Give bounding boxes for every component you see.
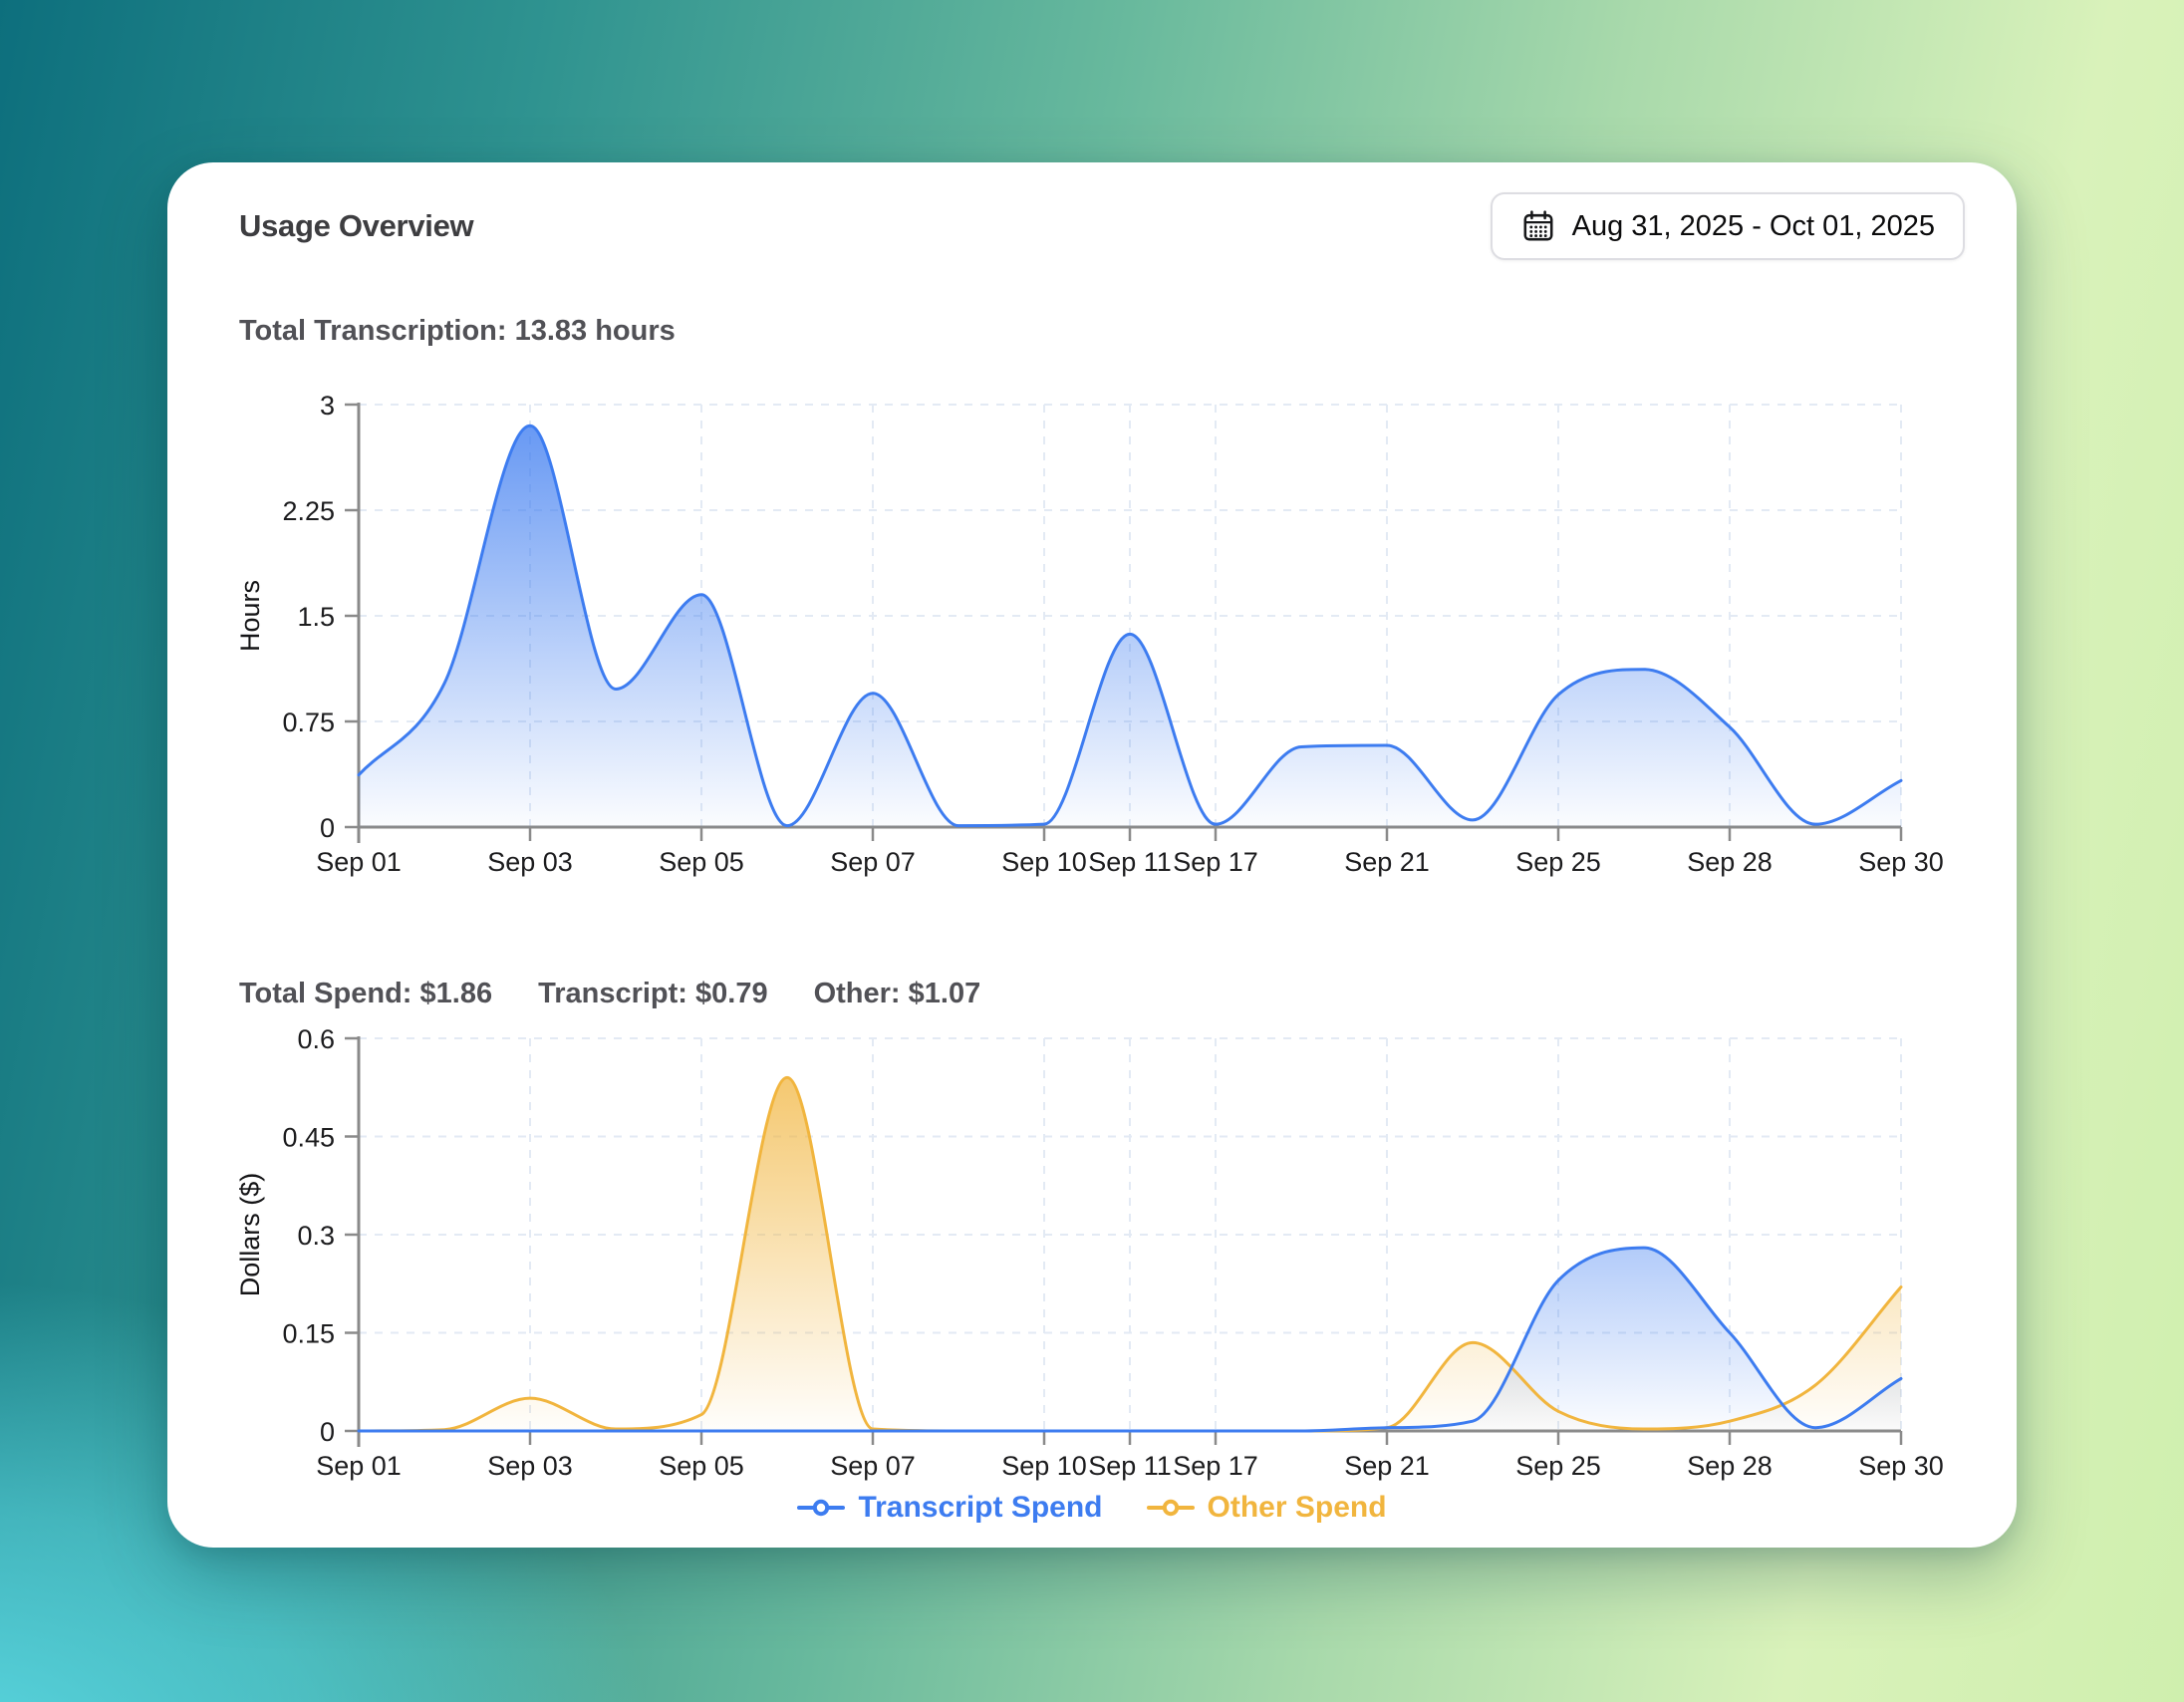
svg-text:Sep 10: Sep 10 (1001, 847, 1087, 877)
svg-text:Sep 28: Sep 28 (1687, 847, 1773, 877)
svg-text:2.25: 2.25 (282, 496, 335, 526)
other-spend-stat: Other: $1.07 (814, 978, 981, 1010)
svg-text:0.15: 0.15 (282, 1319, 335, 1349)
usage-overview-card: Usage Overview Aug 31, 2025 - Oct 01, 20… (167, 162, 2017, 1548)
svg-text:0.6: 0.6 (297, 1024, 335, 1054)
svg-text:0.75: 0.75 (282, 708, 335, 737)
svg-text:Sep 17: Sep 17 (1173, 847, 1258, 877)
date-range-button[interactable]: Aug 31, 2025 - Oct 01, 2025 (1491, 192, 1965, 260)
svg-text:Sep 07: Sep 07 (830, 847, 916, 877)
legend-marker-transcript (797, 1498, 845, 1518)
svg-text:Sep 01: Sep 01 (316, 847, 402, 877)
svg-text:Sep 10: Sep 10 (1001, 1451, 1087, 1481)
svg-text:Sep 21: Sep 21 (1344, 1451, 1430, 1481)
svg-text:Sep 11: Sep 11 (1088, 1451, 1172, 1481)
svg-text:Hours: Hours (235, 580, 265, 652)
svg-text:Sep 30: Sep 30 (1858, 1451, 1944, 1481)
svg-text:Sep 28: Sep 28 (1687, 1451, 1773, 1481)
total-spend-stat: Total Spend: $1.86 (239, 978, 492, 1010)
svg-text:3: 3 (320, 391, 335, 421)
svg-text:Sep 25: Sep 25 (1515, 847, 1601, 877)
legend-item-transcript-spend[interactable]: Transcript Spend (797, 1491, 1102, 1525)
legend-label-other: Other Spend (1208, 1491, 1387, 1525)
svg-text:Sep 17: Sep 17 (1173, 1451, 1258, 1481)
chart-legend: Transcript Spend Other Spend (167, 1486, 2017, 1530)
svg-text:Sep 05: Sep 05 (659, 1451, 744, 1481)
svg-text:Sep 11: Sep 11 (1088, 847, 1172, 877)
svg-text:Sep 30: Sep 30 (1858, 847, 1944, 877)
svg-text:Sep 01: Sep 01 (316, 1451, 402, 1481)
spend-stats-row: Total Spend: $1.86 Transcript: $0.79 Oth… (239, 978, 980, 1010)
transcription-hours-chart: 0 0.75 1.5 2.25 3 Sep 01 Sep 03 Sep 05 Sep 07 Sep… (167, 379, 2017, 937)
svg-text:0.45: 0.45 (282, 1123, 335, 1153)
svg-text:0: 0 (320, 813, 335, 843)
page-title: Usage Overview (239, 208, 473, 244)
svg-text:Sep 05: Sep 05 (659, 847, 744, 877)
svg-text:Sep 03: Sep 03 (487, 1451, 573, 1481)
transcript-spend-stat: Transcript: $0.79 (538, 978, 768, 1010)
svg-text:Sep 07: Sep 07 (830, 1451, 916, 1481)
spend-chart: 0 0.15 0.3 0.45 0.6 Sep 01 Sep 03 Sep 05 Sep 07 S… (167, 1011, 2017, 1540)
legend-label-transcript: Transcript Spend (858, 1491, 1102, 1525)
date-range-label: Aug 31, 2025 - Oct 01, 2025 (1572, 210, 1935, 243)
svg-text:Sep 25: Sep 25 (1515, 1451, 1601, 1481)
svg-text:0.3: 0.3 (297, 1221, 335, 1251)
total-transcription-stat: Total Transcription: 13.83 hours (239, 315, 676, 348)
page: { "header": { "title": "Usage Overview",… (0, 0, 2184, 1702)
svg-text:Sep 03: Sep 03 (487, 847, 573, 877)
svg-text:1.5: 1.5 (297, 602, 335, 632)
legend-item-other-spend[interactable]: Other Spend (1147, 1491, 1387, 1525)
svg-text:0: 0 (320, 1417, 335, 1447)
legend-marker-other (1147, 1498, 1195, 1518)
svg-text:Dollars ($): Dollars ($) (235, 1173, 265, 1297)
svg-text:Sep 21: Sep 21 (1344, 847, 1430, 877)
calendar-icon (1520, 208, 1556, 244)
